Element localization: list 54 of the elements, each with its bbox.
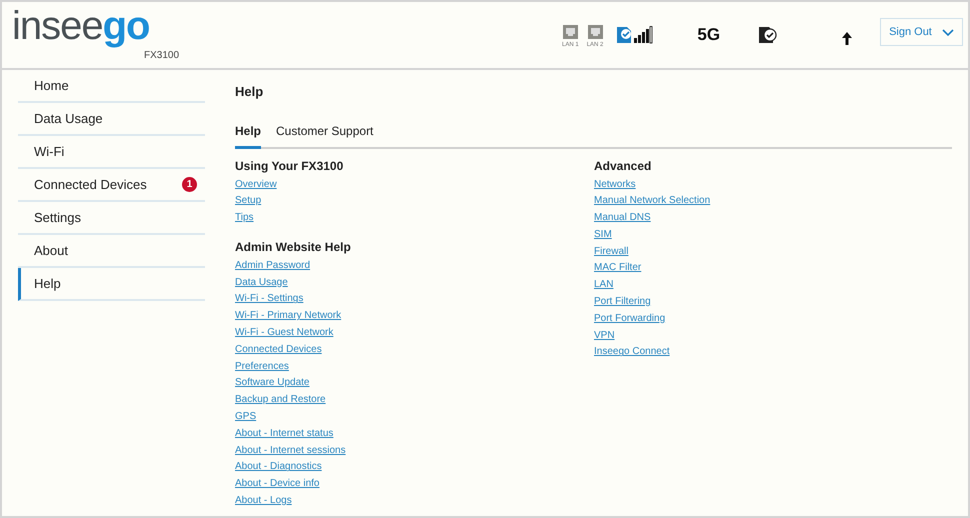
help-link[interactable]: Overview <box>235 176 277 194</box>
sidebar-item[interactable]: Home <box>18 70 205 103</box>
sidebar-item[interactable]: Settings <box>18 202 205 235</box>
help-link[interactable]: Manual Network Selection <box>594 193 710 210</box>
help-link[interactable]: SIM <box>594 226 612 244</box>
help-link[interactable]: Data Usage <box>235 274 288 292</box>
sim-check-icon <box>615 26 634 44</box>
help-link[interactable]: VPN <box>594 328 615 344</box>
network-type: 5G <box>697 24 720 46</box>
help-link[interactable]: About - Diagnostics <box>235 459 322 476</box>
help-link[interactable]: About - Internet status <box>235 426 334 443</box>
up-arrow-icon <box>842 32 852 44</box>
help-link[interactable]: Port Forwarding <box>594 310 666 328</box>
help-link[interactable]: Tips <box>235 210 254 227</box>
help-link[interactable]: Firewall <box>594 244 628 260</box>
sign-out-button[interactable]: Sign Out <box>880 18 963 46</box>
help-link[interactable]: Setup <box>235 193 262 210</box>
help-link[interactable]: Wi-Fi - Guest Network <box>235 325 334 342</box>
help-link[interactable]: About - Internet sessions <box>235 442 346 460</box>
sidebar-item[interactable]: Connected Devices 1 <box>18 169 205 202</box>
help-link[interactable]: GPS <box>235 409 256 426</box>
signal-bars-icon <box>633 26 654 44</box>
tab[interactable]: Customer Support <box>276 122 374 148</box>
help-link[interactable]: About - Device info <box>235 476 320 494</box>
help-link[interactable]: Wi-Fi - Settings <box>235 291 304 308</box>
tab[interactable]: Help <box>235 122 262 148</box>
sidebar-item[interactable]: Wi-Fi <box>18 136 205 169</box>
chevron-down-icon <box>942 28 954 36</box>
help-link[interactable]: LAN <box>594 277 614 294</box>
help-link[interactable]: Preferences <box>235 358 289 376</box>
ethernet-port-icon <box>562 24 578 38</box>
section-heading: Admin Website Help <box>235 238 352 256</box>
sidebar-item[interactable]: About <box>18 235 205 268</box>
sidebar-item[interactable]: Help <box>18 268 205 301</box>
help-link[interactable]: Inseego Connect <box>594 344 670 362</box>
help-link[interactable]: Connected Devices <box>235 342 322 359</box>
help-link[interactable]: About - Logs <box>235 493 292 510</box>
count-badge: 1 <box>182 177 197 192</box>
ethernet-port-icon <box>588 24 603 38</box>
page-title: Help <box>235 83 264 101</box>
help-link[interactable]: Port Filtering <box>594 294 651 311</box>
help-link[interactable]: Backup and Restore <box>235 392 326 410</box>
model-name: FX3100 <box>144 49 180 63</box>
sim-check-icon <box>758 26 778 44</box>
section-heading: Using Your FX3100 <box>235 158 344 174</box>
sidebar-item[interactable]: Data Usage <box>18 103 205 136</box>
help-link[interactable]: Software Update <box>235 375 310 392</box>
help-link[interactable]: Admin Password <box>235 258 310 275</box>
logo: inseego <box>12 6 150 46</box>
section-heading: Advanced <box>594 158 652 174</box>
help-link[interactable]: Wi-Fi - Primary Network <box>235 308 342 326</box>
help-link[interactable]: Manual DNS <box>594 210 651 227</box>
help-link[interactable]: Networks <box>594 176 636 194</box>
help-link[interactable]: MAC Filter <box>594 260 642 278</box>
